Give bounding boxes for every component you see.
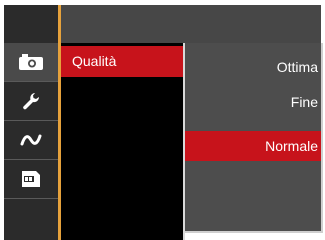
option-ottima[interactable]: Ottima: [185, 52, 321, 82]
camera-icon: [18, 53, 44, 71]
rail-divider: [4, 198, 58, 199]
option-normale[interactable]: Normale: [185, 131, 321, 161]
sidebar-item-memory[interactable]: [4, 160, 58, 198]
header-bar: [61, 5, 321, 43]
sd-card-icon: [20, 170, 42, 188]
sidebar-item-effects[interactable]: [4, 121, 58, 159]
sidebar-item-camera[interactable]: [4, 43, 58, 81]
camera-menu-screen: Qualità Ottima Fine Normale: [0, 0, 325, 240]
sidebar-item-setup[interactable]: [4, 82, 58, 120]
option-fine[interactable]: Fine: [185, 87, 321, 117]
wave-icon: [20, 133, 42, 147]
wrench-icon: [21, 91, 41, 111]
menu-item-quality[interactable]: Qualità: [61, 46, 183, 77]
